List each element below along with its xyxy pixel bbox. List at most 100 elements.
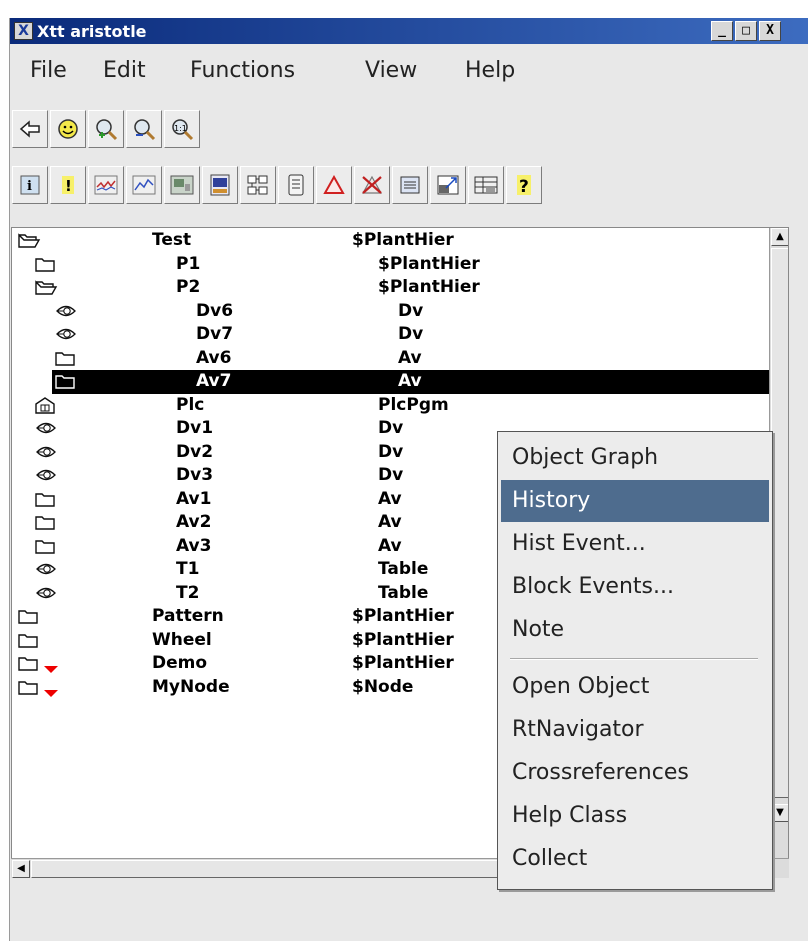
tree-row[interactable]: Dv6 Dv <box>12 300 768 324</box>
tree-row-name: Demo <box>152 653 208 673</box>
graph-icon[interactable] <box>202 166 238 204</box>
smiley-icon[interactable] <box>50 110 86 148</box>
folder-icon <box>34 513 56 536</box>
menu-view[interactable]: View <box>365 58 417 83</box>
leaf-icon <box>34 584 58 607</box>
svg-text:i: i <box>27 179 32 194</box>
tree-row-class: Dv <box>398 324 424 344</box>
context-menu-item-collect[interactable]: Collect <box>501 838 769 880</box>
tree-row[interactable]: P1 $PlantHier <box>12 253 768 277</box>
table-icon[interactable] <box>468 166 504 204</box>
context-menu-item-crossreferences[interactable]: Crossreferences <box>501 752 769 794</box>
menu-file[interactable]: File <box>30 58 67 83</box>
context-menu-item-help-class[interactable]: Help Class <box>501 795 769 837</box>
image-icon[interactable] <box>164 166 200 204</box>
tree-row-name: Av2 <box>176 512 212 532</box>
folder-icon <box>17 607 39 630</box>
tree-row-class: Dv <box>378 418 404 438</box>
tree-row-class: PlcPgm <box>378 394 449 415</box>
zoom-in-icon[interactable] <box>88 110 124 148</box>
scroll-up-arrow[interactable]: ▲ <box>771 228 788 246</box>
folder-icon <box>34 490 56 513</box>
tree-row-name: Av1 <box>176 488 212 509</box>
vertical-scroll-thumb[interactable] <box>771 248 788 798</box>
folder-icon <box>17 654 39 677</box>
tree-row[interactable]: Dv7 Dv <box>12 323 768 347</box>
tree-row-name: Test <box>152 230 192 250</box>
tree-row[interactable]: Plc PlcPgm <box>12 394 768 418</box>
menu-separator <box>510 658 758 660</box>
context-menu-item-history[interactable]: History <box>501 480 769 522</box>
folder-open-icon <box>17 231 41 254</box>
tree-row-name: Av7 <box>196 371 232 391</box>
leaf-icon <box>34 419 58 442</box>
svg-text:1:1: 1:1 <box>174 124 187 133</box>
tree-row-class: Av <box>378 488 402 509</box>
list-icon[interactable] <box>392 166 428 204</box>
tree-row-class: $PlantHier <box>378 253 480 274</box>
context-menu-item-block-events[interactable]: Block Events... <box>501 566 769 608</box>
context-menu: Object Graph History Hist Event... Block Ev… <box>497 431 773 890</box>
leaf-icon <box>34 443 58 466</box>
warning-triangle-icon[interactable] <box>316 166 352 204</box>
folder-icon <box>34 255 56 278</box>
folder-icon <box>34 537 56 560</box>
tree-row-name: Pattern <box>152 606 224 626</box>
tree-row-name: P1 <box>176 253 201 274</box>
tree-row-name: Dv7 <box>196 324 234 344</box>
info-icon[interactable]: i <box>12 166 48 204</box>
tree-row-class: $PlantHier <box>352 653 454 673</box>
crossref-icon[interactable] <box>240 166 276 204</box>
minimize-button[interactable]: _ <box>711 21 733 41</box>
tree-row[interactable]: Test $PlantHier <box>12 229 768 253</box>
menu-help[interactable]: Help <box>465 58 515 83</box>
leaf-icon <box>34 466 58 489</box>
scroll-down-arrow[interactable]: ▼ <box>771 804 788 822</box>
svg-text:!: ! <box>65 177 72 195</box>
close-button[interactable]: X <box>759 21 781 41</box>
tree-row-name: P2 <box>176 277 201 297</box>
menu-edit[interactable]: Edit <box>103 58 146 83</box>
resize-icon[interactable] <box>430 166 466 204</box>
tree-row-name: Dv1 <box>176 418 214 438</box>
tree-row-class: $PlantHier <box>352 230 454 250</box>
tree-row[interactable]: Av7 Av <box>52 370 782 394</box>
context-menu-item-object-graph[interactable]: Object Graph <box>501 437 769 479</box>
tree-row-name: Dv6 <box>196 300 234 321</box>
function-toolbar: i ! ? <box>12 166 544 206</box>
tree-row-name: Dv3 <box>176 465 214 485</box>
context-menu-item-hist-event[interactable]: Hist Event... <box>501 523 769 565</box>
zoom-reset-icon[interactable]: 1:1 <box>164 110 200 148</box>
tree-row-class: $PlantHier <box>378 277 480 297</box>
alarm-icon[interactable]: ! <box>50 166 86 204</box>
zoom-out-icon[interactable] <box>126 110 162 148</box>
tree-row-class: Dv <box>398 300 424 321</box>
tree-row-class: Av <box>378 535 402 556</box>
back-arrow-icon[interactable] <box>12 110 48 148</box>
horizontal-scroll-thumb[interactable] <box>31 860 501 878</box>
tree-row[interactable]: Av6 Av <box>12 347 768 371</box>
curve-icon[interactable] <box>126 166 162 204</box>
document-icon[interactable] <box>278 166 314 204</box>
tree-row[interactable]: P2 $PlantHier <box>12 276 768 300</box>
navigation-toolbar: 1:1 <box>12 110 202 150</box>
tree-row-name: MyNode <box>152 676 230 697</box>
help-icon[interactable]: ? <box>506 166 542 204</box>
title-bar[interactable]: X Xtt aristotle _ □ X <box>10 18 808 44</box>
tree-row-name: Wheel <box>152 629 212 650</box>
context-menu-item-note[interactable]: Note <box>501 609 769 651</box>
scroll-left-arrow[interactable]: ◀ <box>12 860 30 878</box>
menu-functions[interactable]: Functions <box>190 58 295 83</box>
leaf-icon <box>54 325 78 348</box>
context-menu-item-rtnavigator[interactable]: RtNavigator <box>501 709 769 751</box>
context-menu-item-open-object[interactable]: Open Object <box>501 666 769 708</box>
tree-row-name: T2 <box>176 582 200 603</box>
window-title: Xtt aristotle <box>37 22 147 41</box>
no-alarm-icon[interactable] <box>354 166 390 204</box>
tree-row-class: Av <box>378 512 402 532</box>
trend-icon[interactable] <box>88 166 124 204</box>
tree-row-name: Plc <box>176 394 205 415</box>
maximize-button[interactable]: □ <box>735 21 757 41</box>
tree-row-class: $PlantHier <box>352 606 454 626</box>
tree-row-class: Av <box>398 347 422 368</box>
